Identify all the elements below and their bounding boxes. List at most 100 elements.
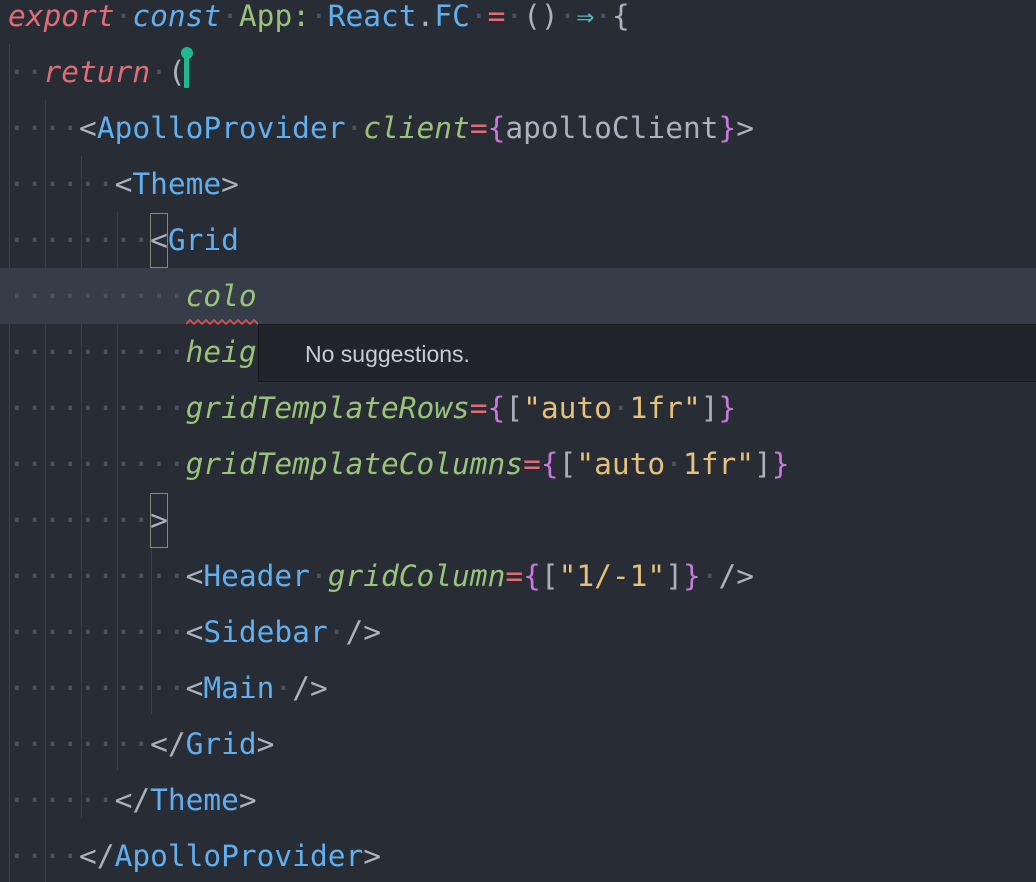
- code-token: ApolloProvider: [114, 839, 364, 873]
- code-token: Theme: [150, 783, 239, 817]
- code-token: gridTemplateColumns: [185, 447, 524, 481]
- code-token: =: [505, 559, 524, 593]
- code-line[interactable]: export·const·App:·React.FC·=·()·⇒·{: [0, 0, 1036, 44]
- whitespace-marker: ·: [505, 0, 524, 33]
- tooltip-message: No suggestions.: [305, 341, 470, 367]
- text-cursor-icon: [181, 47, 193, 88]
- current-code-line[interactable]: ··········colo: [0, 268, 1036, 324]
- whitespace-marker: ·: [611, 391, 630, 425]
- whitespace-marker: ·: [345, 111, 364, 145]
- whitespace-marker: ·: [221, 0, 239, 33]
- whitespace-marker: ······: [8, 783, 115, 817]
- code-token: }: [771, 447, 790, 481]
- line-code: ··········<Sidebar·/>: [8, 604, 381, 660]
- code-token: ]: [665, 559, 683, 593]
- code-line[interactable]: ····<ApolloProvider·client={apolloClient…: [0, 100, 1036, 156]
- whitespace-marker: ·: [274, 671, 293, 705]
- code-token: return: [43, 55, 151, 89]
- whitespace-marker: ·: [150, 55, 168, 89]
- code-line[interactable]: ··return·(: [0, 44, 1036, 100]
- code-token: >: [736, 111, 755, 145]
- code-token: </: [79, 839, 115, 873]
- code-line[interactable]: ········</Grid>: [0, 716, 1036, 772]
- code-token: 1fr": [682, 447, 754, 481]
- bracket-match-highlight: [150, 493, 168, 548]
- line-code: ········>: [8, 492, 168, 548]
- code-token: =: [523, 447, 541, 481]
- code-token: export: [8, 0, 115, 33]
- code-line[interactable]: ··········gridTemplateRows={["auto·1fr"]…: [0, 380, 1036, 436]
- line-code: export·const·App:·React.FC·=·()·⇒·{: [8, 0, 630, 44]
- line-code: ······<Theme>: [8, 156, 239, 212]
- code-line[interactable]: ··········gridTemplateColumns={["auto·1f…: [0, 436, 1036, 492]
- whitespace-marker: ········: [8, 727, 151, 761]
- code-editor[interactable]: export·const·App:·React.FC·=·()·⇒·{ ··re…: [0, 0, 1036, 882]
- code-token: {: [540, 447, 559, 481]
- code-line[interactable]: ······<Theme>: [0, 156, 1036, 212]
- error-squiggle: [186, 318, 258, 326]
- code-line[interactable]: ····</ApolloProvider>: [0, 828, 1036, 882]
- code-token: />: [345, 615, 381, 649]
- code-token: ]: [753, 447, 772, 481]
- code-token: gridTemplateRows: [185, 391, 470, 425]
- code-token: (): [523, 0, 559, 33]
- line-code: ··········<Header·gridColumn={["1/-1"]}·…: [8, 548, 754, 604]
- code-token: Header: [203, 559, 310, 593]
- code-token: .: [416, 0, 435, 33]
- line-code: ··········heig: [8, 324, 257, 380]
- code-line[interactable]: ··········<Main·/>: [0, 660, 1036, 716]
- code-line[interactable]: ······</Theme>: [0, 772, 1036, 828]
- code-token: colo: [185, 279, 257, 313]
- code-token: [: [558, 447, 577, 481]
- code-token: apolloClient: [505, 111, 719, 145]
- suggestion-tooltip: No suggestions.: [258, 324, 1036, 382]
- line-code: ········</Grid>: [8, 716, 274, 772]
- code-token: </: [114, 783, 151, 817]
- code-token: {: [523, 559, 541, 593]
- whitespace-marker: ··········: [8, 279, 186, 313]
- code-token: >: [363, 839, 381, 873]
- code-line[interactable]: ··········<Sidebar·/>: [0, 604, 1036, 660]
- code-token: }: [718, 111, 737, 145]
- bracket-match-highlight: [150, 213, 168, 268]
- code-token: >: [238, 783, 257, 817]
- whitespace-marker: ··········: [8, 671, 186, 705]
- code-token: {: [611, 0, 630, 33]
- whitespace-marker: ··········: [8, 447, 186, 481]
- line-code: ····</ApolloProvider>: [8, 828, 381, 882]
- whitespace-marker: ··········: [8, 559, 186, 593]
- code-token: <: [185, 559, 204, 593]
- code-token: =: [469, 111, 488, 145]
- line-code: ··········<Main·/>: [8, 660, 328, 716]
- whitespace-marker: ····: [8, 839, 80, 873]
- line-code: ······</Theme>: [8, 772, 257, 828]
- code-token: />: [292, 671, 328, 705]
- code-token: <: [114, 167, 133, 201]
- whitespace-marker: ·: [558, 0, 577, 33]
- code-token: >: [256, 727, 275, 761]
- code-token: const: [132, 0, 222, 33]
- code-token: =: [487, 0, 506, 33]
- line-code: ····<ApolloProvider·client={apolloClient…: [8, 100, 754, 156]
- line-code: ··········gridTemplateRows={["auto·1fr"]…: [8, 380, 736, 436]
- code-token: >: [221, 167, 239, 201]
- whitespace-marker: ··: [8, 55, 44, 89]
- code-token: [: [540, 559, 559, 593]
- code-line[interactable]: ··········<Header·gridColumn={["1/-1"]}·…: [0, 548, 1036, 604]
- code-token: Theme: [132, 167, 222, 201]
- code-token: "auto: [523, 391, 612, 425]
- code-token: Grid: [167, 223, 239, 257]
- code-token: ⇒: [576, 0, 595, 33]
- whitespace-marker: ·: [594, 0, 612, 33]
- code-token: <: [185, 671, 204, 705]
- whitespace-marker: ········: [8, 503, 151, 537]
- code-token: "auto: [576, 447, 666, 481]
- line-code: ··return·(: [8, 44, 186, 100]
- whitespace-marker: ········: [8, 223, 151, 257]
- code-token: heig: [185, 335, 257, 369]
- whitespace-marker: ··········: [8, 615, 186, 649]
- code-token: }: [718, 391, 737, 425]
- code-token: client: [363, 111, 470, 145]
- code-token: 1fr": [629, 391, 701, 425]
- code-token: {: [487, 111, 506, 145]
